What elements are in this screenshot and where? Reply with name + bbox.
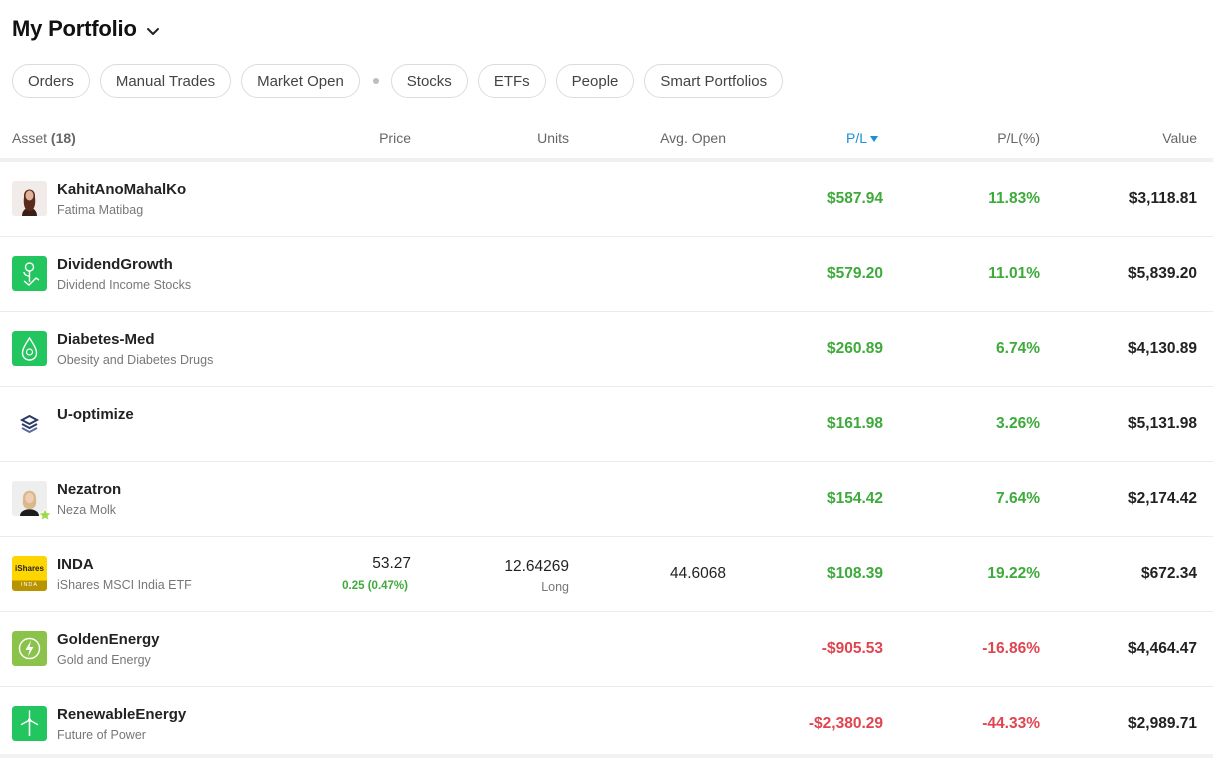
filter-orders[interactable]: Orders: [12, 64, 90, 98]
pl-value: $260.89: [826, 340, 883, 357]
price-value: 53.27: [372, 555, 411, 572]
asset-name: U-optimize: [57, 406, 134, 423]
pl-percent: -44.33%: [982, 715, 1040, 732]
filter-market-open[interactable]: Market Open: [241, 64, 360, 98]
position-value: $4,130.89: [1128, 340, 1197, 357]
table-row[interactable]: GoldenEnergy Gold and Energy -$905.53 -1…: [0, 612, 1213, 687]
scroll-fade-strip: [0, 754, 1213, 758]
asset-count: (18): [50, 130, 76, 146]
position-value: $5,839.20: [1128, 265, 1197, 282]
asset-subtitle: Gold and Energy: [57, 653, 151, 667]
ishares-logo: iShares INDA: [12, 556, 47, 591]
portfolio-table: KahitAnoMahalKo Fatima Matibag $587.94 1…: [0, 162, 1213, 758]
asset-subtitle: Future of Power: [57, 728, 146, 742]
asset-name: KahitAnoMahalKo: [57, 181, 187, 198]
sort-desc-icon: [870, 135, 878, 142]
table-row[interactable]: U-optimize $161.98 3.26% $5,131.98: [0, 387, 1213, 462]
asset-name: RenewableEnergy: [57, 706, 187, 723]
table-row[interactable]: DividendGrowth Dividend Income Stocks $5…: [0, 237, 1213, 312]
position-value: $2,174.42: [1128, 490, 1197, 507]
column-asset[interactable]: Asset (18): [12, 130, 76, 146]
position-value: $3,118.81: [1128, 190, 1197, 207]
ishares-logo-text: iShares: [15, 564, 44, 573]
position-value: $2,989.71: [1128, 715, 1197, 732]
table-row[interactable]: Nezatron Neza Molk $154.42 7.64% $2,174.…: [0, 462, 1213, 537]
pl-percent: -16.86%: [982, 640, 1040, 657]
portfolio-title-dropdown[interactable]: My Portfolio: [12, 16, 161, 42]
filter-stocks[interactable]: Stocks: [390, 64, 468, 98]
table-row[interactable]: iShares INDA INDA iShares MSCI India ETF…: [0, 537, 1213, 612]
u-optimize-logo: [12, 406, 47, 441]
asset-name: Nezatron: [57, 481, 122, 498]
asset-subtitle: Obesity and Diabetes Drugs: [57, 353, 214, 367]
column-pl-pct[interactable]: P/L(%): [997, 130, 1040, 146]
pl-value: $161.98: [826, 415, 883, 432]
filter-separator-dot: [372, 78, 379, 84]
column-value[interactable]: Value: [1162, 130, 1197, 146]
table-header: Asset (18) Price Units Avg. Open P/L P/L…: [0, 122, 1213, 158]
filter-people[interactable]: People: [555, 64, 635, 98]
pl-value: $579.20: [826, 265, 883, 282]
dividend-plant-icon: [12, 256, 47, 291]
pl-percent: 19.22%: [987, 565, 1040, 582]
wind-turbine-icon: [12, 706, 47, 741]
asset-name: Diabetes-Med: [57, 331, 155, 348]
column-pl-label: P/L: [845, 130, 867, 146]
pl-percent: 11.83%: [988, 190, 1040, 207]
filter-etfs[interactable]: ETFs: [477, 64, 546, 98]
avg-open-value: 44.6068: [669, 565, 726, 582]
asset-name: INDA: [57, 556, 94, 573]
asset-subtitle: Dividend Income Stocks: [57, 278, 192, 292]
price-change: 0.25 (0.47%): [342, 580, 408, 592]
filter-manual-trades[interactable]: Manual Trades: [99, 64, 232, 98]
lightning-icon: [12, 631, 47, 666]
table-row[interactable]: Diabetes-Med Obesity and Diabetes Drugs …: [0, 312, 1213, 387]
person-avatar: [12, 181, 47, 216]
column-avg-open[interactable]: Avg. Open: [660, 130, 726, 146]
star-badge-icon: [38, 508, 52, 522]
blood-drop-icon: [12, 331, 47, 366]
pl-value: $587.94: [826, 190, 883, 207]
table-row[interactable]: RenewableEnergy Future of Power -$2,380.…: [0, 687, 1213, 758]
pl-percent: 3.26%: [996, 415, 1040, 432]
pl-percent: 7.64%: [996, 490, 1040, 507]
pl-value: $154.42: [826, 490, 883, 507]
asset-subtitle: iShares MSCI India ETF: [57, 578, 192, 592]
position-value: $4,464.47: [1128, 640, 1197, 657]
page-title: My Portfolio: [12, 16, 137, 41]
asset-subtitle: Neza Molk: [57, 503, 117, 517]
pl-percent: 6.74%: [996, 340, 1040, 357]
asset-name: GoldenEnergy: [57, 631, 160, 648]
position-value: $672.34: [1140, 565, 1197, 582]
column-asset-label: Asset: [12, 130, 48, 146]
pl-value: $108.39: [826, 565, 883, 582]
position-value: $5,131.98: [1128, 415, 1197, 432]
pl-value: -$2,380.29: [808, 715, 883, 732]
ishares-logo-ticker: INDA: [20, 582, 39, 588]
asset-name: DividendGrowth: [57, 256, 173, 273]
table-row[interactable]: KahitAnoMahalKo Fatima Matibag $587.94 1…: [0, 162, 1213, 237]
filter-bar: Orders Manual Trades Market Open Stocks …: [12, 64, 793, 98]
column-price[interactable]: Price: [379, 130, 411, 146]
position-direction: Long: [541, 580, 569, 594]
column-pl[interactable]: P/L: [846, 130, 878, 146]
asset-subtitle: Fatima Matibag: [57, 203, 144, 217]
chevron-down-icon: [146, 28, 159, 35]
filter-smart-portfolios[interactable]: Smart Portfolios: [644, 64, 784, 98]
column-units[interactable]: Units: [537, 130, 569, 146]
units-value: 12.64269: [504, 558, 569, 575]
pl-value: -$905.53: [821, 640, 883, 657]
pl-percent: 11.01%: [988, 265, 1040, 282]
